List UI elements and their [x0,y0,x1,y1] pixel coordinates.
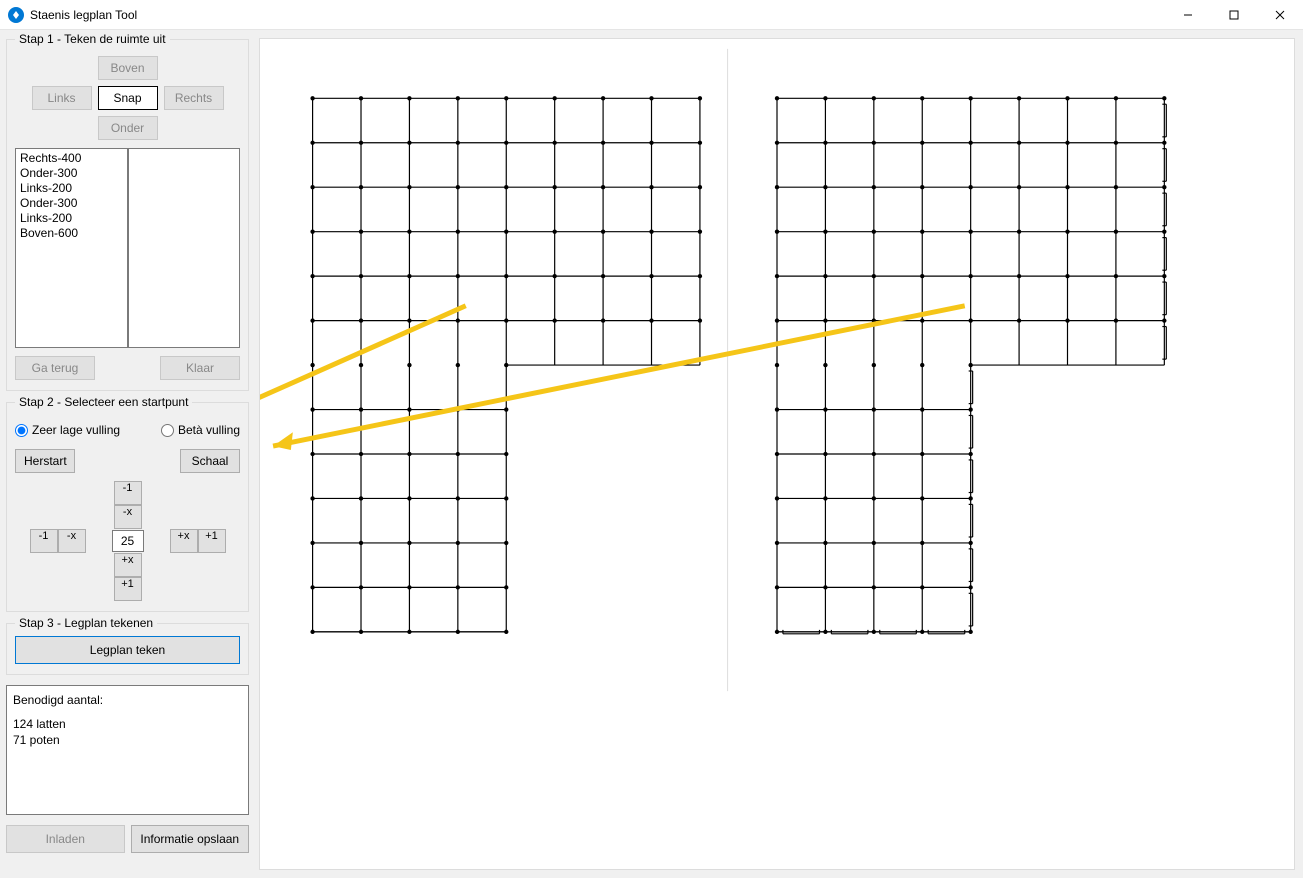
adjuster-grid: -1 -x -1 -x +x +1 +x +1 [15,481,240,601]
list-item[interactable]: Onder-300 [20,196,123,211]
maximize-button[interactable] [1211,0,1257,30]
x-plus1-button[interactable]: +1 [198,529,226,553]
klaar-button[interactable]: Klaar [160,356,240,380]
plan-left [310,96,702,634]
boven-button[interactable]: Boven [98,56,158,80]
list-item[interactable]: Boven-600 [20,226,123,241]
adjuster-value-input[interactable] [112,530,144,552]
step3-legend: Stap 3 - Legplan tekenen [15,616,157,630]
moves-list-secondary[interactable] [128,148,241,348]
results-line: 71 poten [13,732,242,748]
radio-zeer-lage-vulling[interactable]: Zeer lage vulling [15,423,120,437]
informatie-opslaan-button[interactable]: Informatie opslaan [131,825,250,853]
step1-legend: Stap 1 - Teken de ruimte uit [15,32,170,46]
herstart-button[interactable]: Herstart [15,449,75,473]
grid-svg [260,39,1294,869]
radio-zeer-lage-vulling-input[interactable] [15,424,28,437]
y-plus1-button[interactable]: +1 [114,577,142,601]
arrow-right [273,306,965,450]
list-item[interactable]: Links-200 [20,181,123,196]
radio-beta-vulling-label: Betà vulling [178,423,240,437]
step2-group: Stap 2 - Selecteer een startpunt Zeer la… [6,395,249,612]
inladen-button[interactable]: Inladen [6,825,125,853]
onder-button[interactable]: Onder [98,116,158,140]
results-line: 124 latten [13,716,242,732]
radio-beta-vulling-input[interactable] [161,424,174,437]
rechts-button[interactable]: Rechts [164,86,224,110]
results-box: Benodigd aantal: 124 latten 71 poten [6,685,249,815]
moves-list[interactable]: Rechts-400 Onder-300 Links-200 Onder-300… [15,148,128,348]
list-item[interactable]: Rechts-400 [20,151,123,166]
x-minus1-button[interactable]: -1 [30,529,58,553]
x-plusx-button[interactable]: +x [170,529,198,553]
window-title: Staenis legplan Tool [30,8,137,22]
y-minus1-button[interactable]: -1 [114,481,142,505]
list-item[interactable]: Onder-300 [20,166,123,181]
y-plusx-button[interactable]: +x [114,553,142,577]
close-button[interactable] [1257,0,1303,30]
results-heading: Benodigd aantal: [13,692,242,708]
sidebar: Stap 1 - Teken de ruimte uit Boven Links… [0,30,255,878]
drawing-canvas[interactable] [259,38,1295,870]
x-minusx-button[interactable]: -x [58,529,86,553]
links-button[interactable]: Links [32,86,92,110]
schaal-button[interactable]: Schaal [180,449,240,473]
plan-right [775,96,1167,634]
ga-terug-button[interactable]: Ga terug [15,356,95,380]
snap-button[interactable]: Snap [98,86,158,110]
step2-legend: Stap 2 - Selecteer een startpunt [15,395,192,409]
titlebar: Staenis legplan Tool [0,0,1303,30]
radio-beta-vulling[interactable]: Betà vulling [161,423,240,437]
list-item[interactable]: Links-200 [20,211,123,226]
step3-group: Stap 3 - Legplan tekenen Legplan teken [6,616,249,675]
step1-group: Stap 1 - Teken de ruimte uit Boven Links… [6,32,249,391]
y-minusx-button[interactable]: -x [114,505,142,529]
minimize-button[interactable] [1165,0,1211,30]
legplan-teken-button[interactable]: Legplan teken [15,636,240,664]
app-icon [8,7,24,23]
radio-zeer-lage-vulling-label: Zeer lage vulling [32,423,120,437]
